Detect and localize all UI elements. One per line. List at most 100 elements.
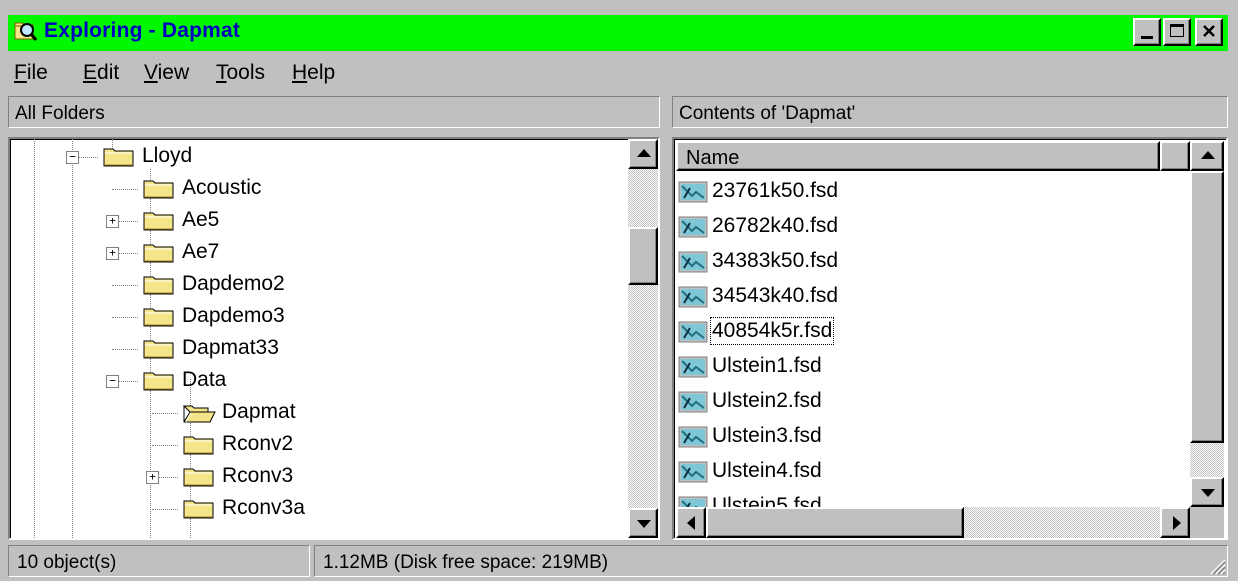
menu-view[interactable]: View [144,61,189,85]
minimize-icon [1141,36,1153,39]
column-header-filler [1160,141,1190,171]
status-object-count: 10 object(s) [8,545,310,577]
arrow-up-icon [637,149,651,157]
tree-scroll-thumb[interactable] [628,227,658,285]
menu-bar: File Edit View Tools Help [8,52,1228,90]
explorer-icon [14,22,38,41]
expand-icon[interactable]: + [106,215,119,228]
all-folders-header: All Folders [8,96,660,128]
tree-node-label: Dapdemo2 [182,272,285,295]
tree-node-dapmat33[interactable]: Dapmat33 [10,334,620,364]
tree-node-rconv2[interactable]: Rconv2 [10,430,620,460]
scroll-corner [1190,507,1224,538]
tree-node-data[interactable]: − Data [10,366,620,396]
file-item[interactable]: Ulstein4.fsd [678,457,1158,487]
file-list[interactable]: Name 23761k50.fsd 26782k40.fsd 34383k50.fs… [672,137,1228,540]
tree-node-ae7[interactable]: + Ae7 [10,238,620,268]
file-item[interactable]: 26782k40.fsd [678,212,1158,242]
fsd-file-icon [678,181,708,203]
tree-node-label: Rconv3a [222,496,305,519]
tree-scroll-up-button[interactable] [628,139,658,169]
list-scroll-left-button[interactable] [676,507,706,538]
tree-node-rconv3[interactable]: + Rconv3 [10,462,620,492]
folder-icon [183,468,214,487]
tree-node-label: Dapmat [222,400,296,423]
expand-icon[interactable]: + [146,471,159,484]
tree-node-dapdemo2[interactable]: Dapdemo2 [10,270,620,300]
tree-node-rconv3a[interactable]: Rconv3a [10,494,620,524]
fsd-file-icon [678,286,708,308]
contents-header: Contents of 'Dapmat' [672,96,1228,128]
arrow-down-icon [637,520,651,528]
tree-scrollbar[interactable] [628,139,658,538]
file-name: Ulstein3.fsd [712,424,822,447]
file-item[interactable]: 34543k40.fsd [678,282,1158,312]
maximize-icon [1170,24,1184,37]
file-name: 34543k40.fsd [712,284,839,307]
close-icon [1203,25,1215,37]
list-horizontal-thumb[interactable] [706,507,964,538]
arrow-left-icon [687,516,695,530]
file-name: Ulstein2.fsd [712,389,822,412]
tree-node-lloyd[interactable]: − Lloyd [10,142,620,172]
tree-node-label: Rconv2 [222,432,294,455]
arrow-down-icon [1201,489,1215,497]
arrow-up-icon [1201,151,1215,159]
file-name: 40854k5r.fsd [709,317,835,345]
folder-open-icon [182,405,216,423]
fsd-file-icon [678,321,708,343]
file-item[interactable]: 23761k50.fsd [678,177,1158,207]
tree-node-label: Dapmat33 [182,336,279,359]
file-item[interactable]: 40854k5r.fsd [678,317,1158,347]
tree-node-acoustic[interactable]: Acoustic [10,174,620,204]
tree-node-label: Lloyd [142,144,193,167]
tree-node-label: Ae7 [182,240,220,263]
folder-icon [143,180,174,199]
resize-grip-icon[interactable] [1208,557,1226,575]
tree-node-dapdemo3[interactable]: Dapdemo3 [10,302,620,332]
close-button[interactable] [1195,18,1223,46]
fsd-file-icon [678,461,708,483]
folder-icon [183,500,214,519]
folder-icon [143,244,174,263]
fsd-file-icon [678,391,708,413]
window-title: Exploring - Dapmat [44,19,241,42]
folder-tree[interactable]: − Lloyd Acoustic + Ae5 + Ae7 Dapdemo2 Dapdemo3 Da… [8,137,660,540]
file-name: Ulstein1.fsd [712,354,822,377]
menu-file[interactable]: File [14,61,48,85]
tree-node-label: Acoustic [182,176,262,199]
fsd-file-icon [678,251,708,273]
folder-icon [143,340,174,359]
menu-help[interactable]: Help [292,61,335,85]
fsd-file-icon [678,426,708,448]
arrow-right-icon [1173,516,1181,530]
minimize-button[interactable] [1133,18,1161,46]
file-item[interactable]: Ulstein2.fsd [678,387,1158,417]
expand-icon[interactable]: + [106,247,119,260]
file-item[interactable]: Ulstein3.fsd [678,422,1158,452]
list-scroll-right-button[interactable] [1160,507,1190,538]
file-item[interactable]: Ulstein1.fsd [678,352,1158,382]
file-name: 26782k40.fsd [712,214,839,237]
folder-icon [143,276,174,295]
tree-scroll-down-button[interactable] [628,508,658,538]
title-bar[interactable]: Exploring - Dapmat [8,15,1228,51]
tree-node-ae5[interactable]: + Ae5 [10,206,620,236]
collapse-icon[interactable]: − [66,151,79,164]
list-scroll-down-button[interactable] [1190,477,1224,507]
folder-icon [143,212,174,231]
menu-tools[interactable]: Tools [216,61,265,85]
list-vertical-thumb[interactable] [1190,171,1224,443]
tree-node-dapmat[interactable]: Dapmat [10,398,620,428]
collapse-icon[interactable]: − [106,375,119,388]
tree-node-label: Data [182,368,227,391]
list-scroll-up-button[interactable] [1190,141,1224,171]
name-column-header[interactable]: Name [676,141,1160,171]
file-name: 23761k50.fsd [712,179,839,202]
folder-icon [103,148,134,167]
fsd-file-icon [678,356,708,378]
folder-icon [143,372,174,391]
maximize-button[interactable] [1163,18,1191,46]
file-item[interactable]: 34383k50.fsd [678,247,1158,277]
menu-edit[interactable]: Edit [83,61,119,85]
